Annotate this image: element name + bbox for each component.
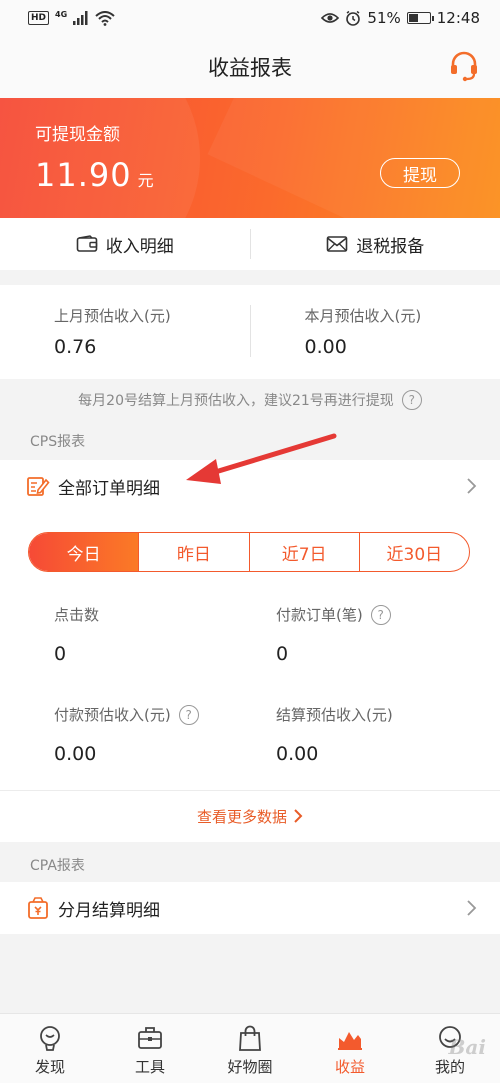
- clicks-value: 0: [54, 643, 67, 665]
- settled-income-label-text: 结算预估收入(元): [276, 706, 393, 724]
- balance-banner: 可提现金额 11.90 元 提现: [0, 98, 500, 218]
- watermark: Bai: [448, 1035, 486, 1059]
- cpa-section-title: CPA报表: [30, 858, 85, 874]
- paid-income-label-text: 付款预估收入(元): [54, 706, 171, 724]
- wallet-icon: [76, 235, 98, 252]
- tab-label: 收益: [334, 1058, 365, 1076]
- amount-value: 11.90: [35, 156, 132, 194]
- help-icon[interactable]: ?: [178, 704, 199, 725]
- estimate-card: 上月预估收入(元) 0.76 本月预估收入(元) 0.00: [0, 285, 500, 379]
- eye-icon: [321, 13, 340, 23]
- all-orders-row[interactable]: 全部订单明细: [0, 460, 500, 512]
- income-detail-label: 收入明细: [105, 236, 174, 257]
- tab-label: 我的: [434, 1058, 465, 1076]
- chevron-right-icon: [467, 900, 477, 916]
- period-option[interactable]: 昨日: [138, 533, 248, 571]
- last-month-value: 0.76: [54, 336, 97, 358]
- monthly-settlement-row[interactable]: 分月结算明细: [0, 882, 500, 934]
- tab-discover[interactable]: 发现: [0, 1014, 100, 1083]
- tab-goods-circle[interactable]: 好物圈: [200, 1014, 300, 1083]
- income-detail-button[interactable]: 收入明细: [0, 218, 250, 270]
- tax-report-button[interactable]: 退税报备: [251, 218, 500, 270]
- edit-document-icon: [27, 477, 50, 496]
- battery-percent: 51%: [367, 9, 401, 27]
- cps-section-title: CPS报表: [30, 434, 86, 450]
- paid-income-metric: 付款预估收入(元)? 0.00: [54, 704, 199, 765]
- tax-report-label: 退税报备: [356, 236, 425, 257]
- all-orders-label: 全部订单明细: [58, 478, 160, 499]
- paid-income-label: 付款预估收入(元)?: [54, 704, 199, 725]
- clicks-metric: 点击数 0: [54, 604, 99, 665]
- battery-fill: [408, 14, 419, 22]
- status-left: HD 4G: [28, 9, 115, 26]
- last-month-label: 上月预估收入(元): [54, 307, 171, 325]
- settled-income-metric: 结算预估收入(元) 0.00: [276, 704, 393, 765]
- amount-unit: 元: [137, 171, 155, 190]
- tab-label: 工具: [134, 1058, 165, 1076]
- clicks-label-text: 点击数: [54, 606, 100, 624]
- chevron-right-icon: [294, 809, 303, 823]
- tab-earnings[interactable]: 收益: [300, 1014, 400, 1083]
- envelope-icon: [326, 236, 348, 252]
- period-selector: 今日 昨日 近7日 近30日: [28, 532, 470, 572]
- tab-label: 好物圈: [227, 1058, 273, 1076]
- settlement-notice: 每月20号结算上月预估收入，建议21号再进行提现 ?: [0, 379, 500, 421]
- banner-decoration: [207, 98, 500, 218]
- paid-orders-value: 0: [276, 643, 289, 665]
- bottom-tab-bar: 发现 工具 好物圈 收益 我的: [0, 1013, 500, 1083]
- period-option[interactable]: 今日: [29, 533, 139, 571]
- withdrawable-amount: 11.90 元: [35, 156, 155, 194]
- status-right: 51% 12:48: [321, 9, 480, 27]
- help-icon[interactable]: ?: [370, 604, 391, 625]
- period-stats-card: 今日 昨日 近7日 近30日 点击数 0 付款订单(笔)? 0 付款预估收入(元)? …: [0, 512, 500, 842]
- period-option[interactable]: 近7日: [248, 533, 359, 571]
- earnings-chart-icon: [338, 1032, 362, 1050]
- last-month-estimate: 上月预估收入(元) 0.76: [0, 285, 250, 379]
- notice-text: 每月20号结算上月预估收入，建议21号再进行提现: [78, 393, 394, 409]
- hd-badge: HD: [28, 11, 50, 25]
- network-badge: 4G: [55, 9, 68, 19]
- battery-icon: [406, 12, 434, 24]
- paid-orders-metric: 付款订单(笔)? 0: [276, 604, 391, 665]
- nav-bar: 收益报表: [0, 36, 500, 98]
- paid-orders-label-text: 付款订单(笔): [276, 606, 363, 624]
- clicks-label: 点击数: [54, 604, 99, 625]
- paid-orders-label: 付款订单(笔)?: [276, 604, 391, 625]
- settled-income-value: 0.00: [276, 743, 319, 765]
- toolbox-icon: [138, 1027, 162, 1049]
- headset-icon: [451, 51, 477, 82]
- settled-income-label: 结算预估收入(元): [276, 704, 393, 725]
- help-icon[interactable]: ?: [401, 390, 422, 410]
- alarm-icon: [346, 10, 361, 26]
- withdraw-button[interactable]: 提现: [380, 158, 460, 188]
- customer-service-button[interactable]: [446, 48, 482, 84]
- period-option[interactable]: 近30日: [358, 533, 469, 571]
- this-month-label: 本月预估收入(元): [304, 307, 422, 325]
- this-month-estimate: 本月预估收入(元) 0.00: [251, 285, 500, 379]
- paid-income-value: 0.00: [54, 743, 97, 765]
- tab-label: 发现: [34, 1058, 65, 1076]
- monthly-settlement-label: 分月结算明细: [58, 900, 160, 921]
- view-more-data-button[interactable]: 查看更多数据: [0, 791, 500, 841]
- withdrawable-label: 可提现金额: [35, 125, 120, 145]
- view-more-label: 查看更多数据: [196, 807, 287, 826]
- signal-icon: [73, 11, 88, 25]
- quick-actions: 收入明细 退税报备: [0, 218, 500, 270]
- this-month-value: 0.00: [304, 336, 347, 358]
- wifi-icon: [95, 10, 115, 26]
- page-title: 收益报表: [208, 56, 292, 80]
- status-bar: HD 4G 51% 12:48: [0, 0, 500, 36]
- clock: 12:48: [436, 9, 480, 27]
- tab-tools[interactable]: 工具: [100, 1014, 200, 1083]
- chevron-right-icon: [467, 478, 477, 494]
- shopping-bag-icon: [239, 1025, 261, 1051]
- discover-icon: [40, 1026, 60, 1051]
- money-bag-icon: [28, 897, 48, 919]
